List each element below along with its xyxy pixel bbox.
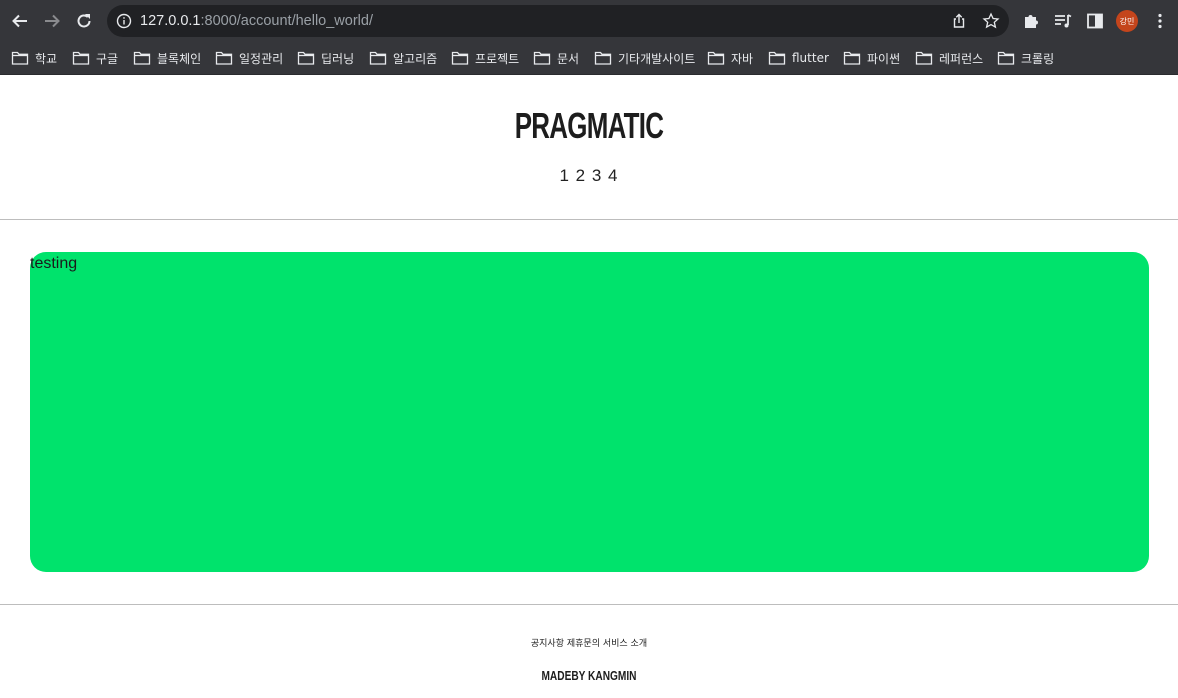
side-panel-icon[interactable]: [1085, 11, 1105, 31]
bookmark-folder[interactable]: 기타개발사이트: [594, 48, 695, 68]
bookmark-folder[interactable]: 알고리즘: [369, 48, 437, 68]
site-info-icon[interactable]: [115, 12, 133, 30]
bookmark-folder[interactable]: 파이썬: [843, 48, 900, 68]
forward-button[interactable]: [40, 9, 64, 33]
folder-icon: [11, 51, 29, 65]
bookmark-label: 구글: [96, 51, 119, 66]
folder-icon: [215, 51, 233, 65]
extensions-puzzle-icon[interactable]: [1021, 11, 1041, 31]
folder-icon: [768, 51, 786, 65]
bookmark-label: 자바: [731, 51, 754, 66]
bookmark-folder[interactable]: 학교: [11, 48, 57, 68]
bookmark-star-icon[interactable]: [982, 12, 1000, 30]
bookmark-label: 기타개발사이트: [618, 51, 696, 66]
more-menu-icon[interactable]: [1150, 11, 1170, 31]
bookmark-folder[interactable]: 딥러닝: [297, 48, 354, 68]
bookmark-folder[interactable]: 블록체인: [133, 48, 201, 68]
url-host: 127.0.0.1: [140, 13, 201, 29]
arrow-right-icon: [45, 14, 60, 28]
bookmark-label: 블록체인: [157, 51, 202, 66]
bookmark-folder[interactable]: flutter: [768, 48, 829, 68]
site-nav[interactable]: 1 2 3 4: [0, 166, 1178, 186]
footer-credit: MADEBY KANGMIN: [541, 668, 637, 683]
back-button[interactable]: [8, 9, 32, 33]
content-box: testing: [30, 252, 1149, 572]
header-divider: [0, 219, 1178, 220]
folder-icon: [915, 51, 933, 65]
reload-icon: [77, 14, 91, 28]
media-queue-icon[interactable]: [1053, 11, 1073, 31]
reload-button[interactable]: [72, 9, 96, 33]
bookmark-folder[interactable]: 레퍼런스: [915, 48, 983, 68]
bookmark-folder[interactable]: 문서: [533, 48, 579, 68]
folder-icon: [297, 51, 315, 65]
folder-icon: [72, 51, 90, 65]
bookmark-folder[interactable]: 구글: [72, 48, 118, 68]
bookmark-label: 문서: [557, 51, 580, 66]
site-title[interactable]: PRAGMATIC: [165, 105, 1013, 147]
profile-avatar[interactable]: 강민: [1116, 10, 1138, 32]
bookmark-folder[interactable]: 프로젝트: [451, 48, 519, 68]
browser-toolbar: 127.0.0.1:8000/account/hello_world/ 강민: [0, 0, 1178, 42]
folder-icon: [533, 51, 551, 65]
folder-icon: [451, 51, 469, 65]
bookmark-label: 프로젝트: [475, 51, 520, 66]
folder-icon: [133, 51, 151, 65]
footer-divider: [0, 604, 1178, 605]
bookmark-label: 일정관리: [239, 51, 284, 66]
bookmark-folder[interactable]: 크롤링: [997, 48, 1054, 68]
folder-icon: [843, 51, 861, 65]
bookmark-label: 학교: [35, 51, 58, 66]
footer-links[interactable]: 공지사항 제휴문의 서비스 소개: [0, 636, 1178, 649]
address-bar[interactable]: 127.0.0.1:8000/account/hello_world/: [107, 5, 1009, 37]
bookmark-label: 딥러닝: [321, 51, 355, 66]
folder-icon: [369, 51, 387, 65]
bookmark-label: 레퍼런스: [939, 51, 984, 66]
page-viewport: PRAGMATIC 1 2 3 4 testing 공지사항 제휴문의 서비스 …: [0, 75, 1178, 698]
url-text[interactable]: 127.0.0.1:8000/account/hello_world/: [140, 13, 373, 29]
bookmark-label: flutter: [792, 51, 829, 65]
bookmark-folder[interactable]: 자바: [707, 48, 753, 68]
share-icon[interactable]: [950, 12, 968, 30]
bookmark-label: 알고리즘: [393, 51, 438, 66]
bookmark-label: 크롤링: [1021, 51, 1055, 66]
url-path: :8000/account/hello_world/: [200, 13, 373, 29]
bookmark-label: 파이썬: [867, 51, 901, 66]
folder-icon: [594, 51, 612, 65]
bookmark-folder[interactable]: 일정관리: [215, 48, 283, 68]
content-text: testing: [30, 255, 78, 272]
arrow-left-icon: [12, 14, 27, 28]
bookmarks-bar: 학교 구글 블록체인 일정관리 딥러닝 알고리즘 프로젝트 문서 기타개발사이트…: [0, 42, 1178, 75]
folder-icon: [707, 51, 725, 65]
folder-icon: [997, 51, 1015, 65]
